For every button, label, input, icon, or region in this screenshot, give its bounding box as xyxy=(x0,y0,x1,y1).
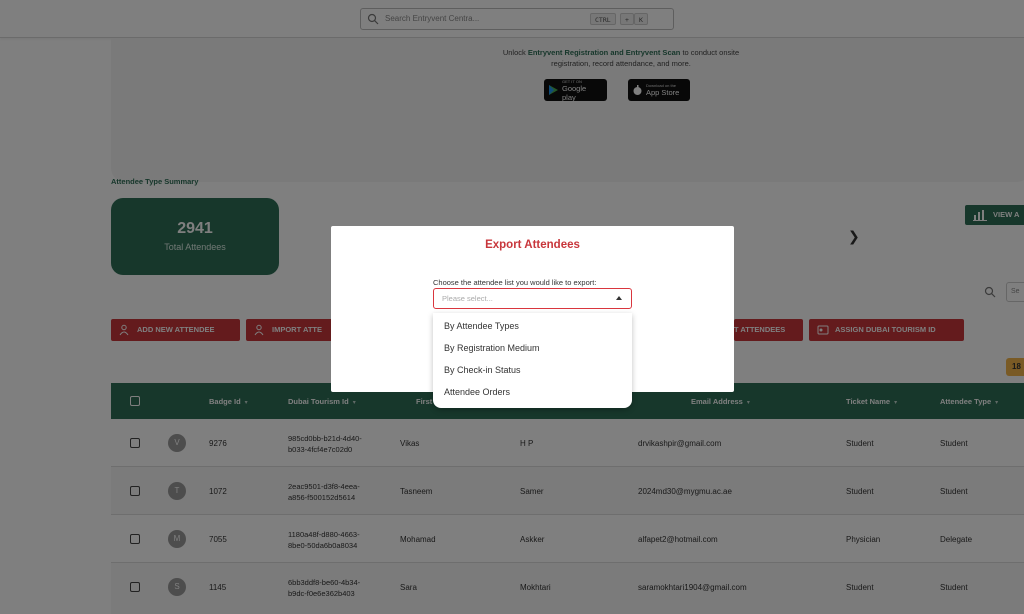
modal-title: Export Attendees xyxy=(485,239,580,251)
export-type-select[interactable]: Please select... xyxy=(433,288,632,309)
select-placeholder: Please select... xyxy=(442,294,493,303)
option-by-attendee-types[interactable]: By Attendee Types xyxy=(444,321,519,331)
export-prompt-label: Choose the attendee list you would like … xyxy=(433,278,597,287)
option-by-check-in-status[interactable]: By Check-in Status xyxy=(444,365,521,375)
option-attendee-orders[interactable]: Attendee Orders xyxy=(444,387,510,397)
caret-up-icon xyxy=(616,296,622,300)
option-by-registration-medium[interactable]: By Registration Medium xyxy=(444,343,540,353)
export-type-dropdown: By Attendee Types By Registration Medium… xyxy=(433,313,632,408)
